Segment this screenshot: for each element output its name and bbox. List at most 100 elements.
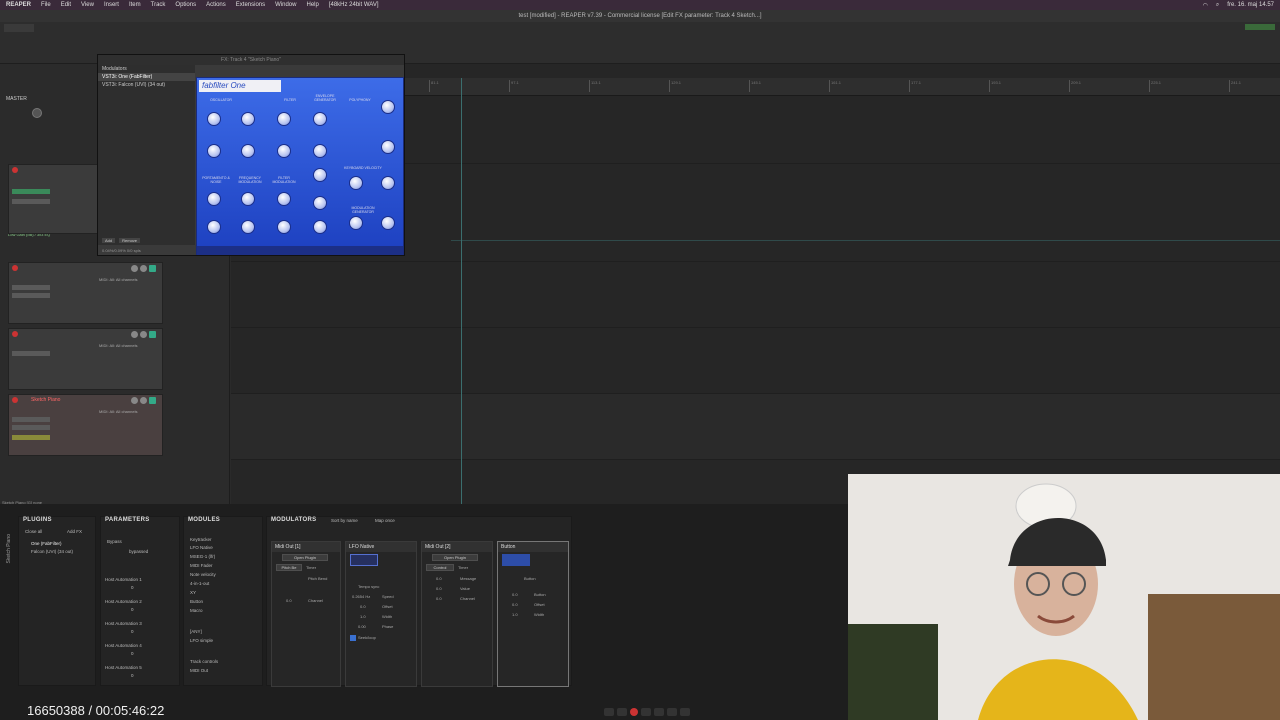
row-value[interactable]: 0.0 xyxy=(512,602,518,607)
decay-knob[interactable] xyxy=(313,168,327,182)
record-arm-button[interactable] xyxy=(12,331,18,337)
master-volume-knob[interactable] xyxy=(32,108,42,118)
mute-button[interactable] xyxy=(131,397,138,404)
modulator-button[interactable]: Button Button 0.0 Button 0.0 Offset 1.0 … xyxy=(497,541,569,687)
module-item[interactable]: LFO Native xyxy=(190,545,213,550)
modulator-lfo-native[interactable]: LFO Native Tempo sync 0.2654 Hz Speed 0.… xyxy=(345,541,417,687)
pw-knob[interactable] xyxy=(241,144,255,158)
host-automation[interactable]: Host Automation 5 xyxy=(105,665,142,670)
back-icon[interactable] xyxy=(617,708,627,716)
record-arm-button[interactable] xyxy=(12,265,18,271)
menu-window[interactable]: Window xyxy=(275,2,296,8)
modgen-waveform-knob[interactable] xyxy=(381,216,395,230)
row-value[interactable]: 1.0 xyxy=(360,614,366,619)
host-automation[interactable]: Host Automation 3 xyxy=(105,621,142,626)
fx-list-item[interactable]: VST3i: Falcon (UVI) (34 out) xyxy=(98,81,195,89)
track-name[interactable]: Sketch Piano xyxy=(31,397,60,403)
track-sketch-piano[interactable]: Sketch Piano MIDI: All: All channels xyxy=(8,394,163,456)
fabfilter-one-ui[interactable]: fabfilter One OSCILLATOR FILTER ENVELOPE… xyxy=(196,77,404,255)
modulator-midi-out-1[interactable]: Midi Out [1] Open Plugin Pitch Be Timer … xyxy=(271,541,341,687)
pitch-bend-dropdown[interactable]: Pitch Be xyxy=(276,564,302,571)
row-value[interactable]: 0.0 xyxy=(436,576,442,581)
eg2-knob[interactable] xyxy=(277,220,291,234)
param-value[interactable]: 0 xyxy=(131,673,134,678)
row-value[interactable]: 0.0 xyxy=(436,596,442,601)
toolbar-button[interactable] xyxy=(4,24,34,32)
rewind-icon[interactable] xyxy=(604,708,614,716)
module-item[interactable]: MIDI Fader xyxy=(190,563,213,568)
fx-slot[interactable] xyxy=(12,435,50,440)
add-fx-button[interactable]: Add xyxy=(102,238,116,243)
menubar-clock[interactable]: fre. 16. maj 14.57 xyxy=(1227,2,1274,9)
row-value[interactable]: 0.0 xyxy=(512,592,518,597)
fx-list-item[interactable]: VST3i: One (FabFilter) xyxy=(98,73,195,81)
forward-icon[interactable] xyxy=(680,708,690,716)
app-menu-reaper[interactable]: REAPER xyxy=(6,2,31,8)
row-value[interactable]: 0.00 xyxy=(358,624,366,629)
menu-insert[interactable]: Insert xyxy=(104,2,119,8)
fx-button[interactable] xyxy=(149,265,156,272)
fm-knob[interactable] xyxy=(241,192,255,206)
menu-file[interactable]: File xyxy=(41,2,51,8)
search-icon[interactable]: ⌕ xyxy=(1216,2,1219,9)
module-item[interactable]: [ANY] xyxy=(190,629,202,634)
param-value[interactable]: 0 xyxy=(131,585,134,590)
wifi-icon[interactable]: ◠ xyxy=(1203,2,1208,9)
fx-window-title[interactable]: FX: Track 4 "Sketch Piano" xyxy=(98,55,404,65)
fx-slot[interactable] xyxy=(12,417,50,422)
fx-button[interactable] xyxy=(149,397,156,404)
midi-input-label[interactable]: MIDI: All: All channels xyxy=(99,409,137,414)
velocity-filter-knob[interactable] xyxy=(381,176,395,190)
scale-knob[interactable] xyxy=(207,112,221,126)
param-value[interactable]: 0 xyxy=(131,651,134,656)
attack-knob[interactable] xyxy=(313,144,327,158)
param-value[interactable]: 0 xyxy=(131,629,134,634)
record-arm-button[interactable] xyxy=(12,167,18,173)
button-label[interactable]: Button xyxy=(524,576,536,581)
solo-button[interactable] xyxy=(140,397,147,404)
mute-button[interactable] xyxy=(131,265,138,272)
midi-input-label[interactable]: MIDI: All: All channels xyxy=(99,277,137,282)
midi-input-label[interactable]: MIDI: All: All channels xyxy=(99,343,137,348)
module-item[interactable]: Macro xyxy=(190,608,203,613)
menu-item[interactable]: Item xyxy=(129,2,141,8)
close-all-button[interactable]: Close all xyxy=(25,529,42,534)
control-dropdown[interactable]: Control xyxy=(426,564,454,571)
row-value[interactable]: 0.0 xyxy=(436,586,442,591)
filter-mod-knob[interactable] xyxy=(277,192,291,206)
fx-button[interactable] xyxy=(149,331,156,338)
eg-knob[interactable] xyxy=(241,220,255,234)
track-lane[interactable] xyxy=(231,262,1280,328)
timer-label[interactable]: Timer xyxy=(458,565,468,570)
track-3[interactable]: MIDI: All: All channels xyxy=(8,328,163,390)
host-automation[interactable]: Host Automation 4 xyxy=(105,643,142,648)
module-item[interactable]: MSEG-1 (lfr) xyxy=(190,554,215,559)
module-item[interactable]: Keytracker xyxy=(190,537,212,542)
tempo-sync-label[interactable]: Tempo sync xyxy=(358,584,379,589)
host-automation[interactable]: Host Automation 2 xyxy=(105,599,142,604)
module-item[interactable]: Track controls xyxy=(190,659,218,664)
button-display[interactable] xyxy=(502,554,530,566)
row-value[interactable]: 1.0 xyxy=(512,612,518,617)
module-item[interactable]: Note velocity xyxy=(190,572,216,577)
plugin-item[interactable]: Falcon (UVI) (34 out) xyxy=(31,549,73,554)
mute-button[interactable] xyxy=(131,331,138,338)
open-plugin-button[interactable]: Open Plugin xyxy=(432,554,478,561)
open-plugin-button[interactable]: Open Plugin xyxy=(282,554,328,561)
fx-chain-list[interactable]: Modulators VST3i: One (FabFilter) VST3i:… xyxy=(98,65,195,253)
row-value[interactable]: 0.2654 Hz xyxy=(352,594,370,599)
track-2[interactable]: MIDI: All: All channels xyxy=(8,262,163,324)
fx-slot[interactable] xyxy=(12,351,50,356)
play-icon[interactable] xyxy=(641,708,651,716)
menu-track[interactable]: Track xyxy=(151,2,166,8)
track-lane[interactable] xyxy=(231,328,1280,394)
module-item[interactable]: XY xyxy=(190,590,196,595)
add-fx-button[interactable]: Add FX xyxy=(67,529,82,534)
menu-samplerate[interactable]: [48kHz 24bit WAV] xyxy=(329,2,379,8)
bypass-label[interactable]: Bypass xyxy=(107,539,122,544)
fx-slot[interactable] xyxy=(12,425,50,430)
row-value[interactable]: 0.0 xyxy=(360,604,366,609)
plugin-item[interactable]: One (FabFilter) xyxy=(31,541,62,546)
portamento-knob[interactable] xyxy=(207,192,221,206)
waveform-knob[interactable] xyxy=(241,112,255,126)
